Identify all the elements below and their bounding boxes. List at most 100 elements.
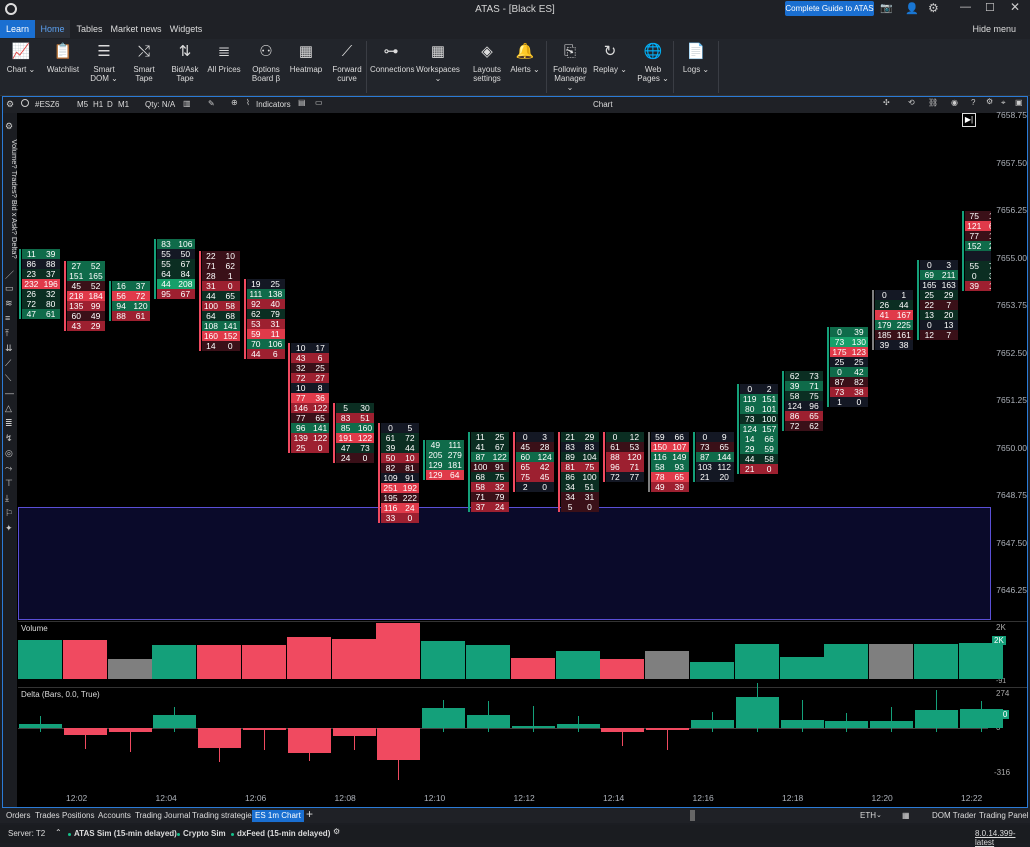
expand-icon[interactable]: ⌃ (55, 828, 62, 837)
calendar-icon[interactable]: ▦ (902, 810, 910, 822)
indicators-button[interactable]: Indicators (256, 100, 291, 109)
dom-trader-button[interactable]: DOM Trader (932, 810, 976, 822)
chain-icon[interactable]: ⛓ (928, 98, 938, 107)
draw-tool-icon[interactable]: ⊤ (5, 478, 13, 489)
logs-button[interactable]: 📄 Logs ⌄ (678, 39, 714, 96)
tab-orders[interactable]: Orders (6, 810, 30, 822)
hide-menu-button[interactable]: Hide menu (966, 20, 1016, 38)
draw-tool-icon[interactable]: ⤓ (5, 493, 9, 504)
bid-ask-tape-button[interactable]: ⇅ Bid/Ask Tape (166, 39, 204, 96)
footprint-plot[interactable]: ▶| 11 39 86 88 23 37 232 196 26 32 72 80 47 61… (18, 113, 991, 621)
timeframe-d[interactable]: D (107, 100, 113, 109)
help-icon[interactable]: ? (971, 98, 975, 107)
draw-tool-icon[interactable]: ≡ (5, 313, 10, 323)
time-axis[interactable]: 12:02 12:04 12:06 12:08 12:10 12:12 12:14 12:16… (18, 789, 1027, 807)
window-icon[interactable]: ▣ (1015, 98, 1023, 107)
maximize-icon[interactable]: ☐ (985, 1, 995, 14)
volume-panel[interactable]: Volume 2K 2K -91 (18, 621, 1027, 687)
connection-crypto-sim[interactable]: Crypto Sim (183, 829, 226, 838)
options-board-button[interactable]: ⚇ Options Board β (246, 39, 286, 96)
status-settings-icon[interactable]: ⚙ (333, 827, 340, 836)
draw-tool-icon[interactable]: ≣ (5, 418, 13, 429)
alerts-button[interactable]: 🔔 Alerts ⌄ (508, 39, 542, 96)
workspaces-button[interactable]: ▦ Workspaces ⌄ (412, 39, 464, 96)
timeframe-m1[interactable]: M1 (118, 100, 129, 109)
tab-trading-journal[interactable]: Trading Journal (135, 810, 190, 822)
tab-learn[interactable]: Learn (0, 20, 35, 38)
smart-tape-button[interactable]: ⤭ Smart Tape (126, 39, 162, 96)
layouts-settings-button[interactable]: ◈ Layouts settings (468, 39, 506, 96)
connection-atas-sim[interactable]: ATAS Sim (15-min delayed) (74, 829, 177, 838)
following-manager-button[interactable]: ⎘ Following Manager ⌄ (550, 39, 590, 96)
crosshair-icon[interactable]: ✣ (883, 98, 890, 107)
heatmap-button[interactable]: ▦ Heatmap (288, 39, 324, 96)
version-label[interactable]: 8.0.14.399-latest (975, 829, 1030, 847)
chart-settings-icon[interactable]: ⚙ (6, 99, 14, 110)
session-select[interactable]: ETH (860, 810, 876, 822)
indicators-icon[interactable]: ⌇ (246, 98, 250, 107)
connection-dxfeed[interactable]: dxFeed (15-min delayed) (237, 829, 330, 838)
draw-tool-icon[interactable]: ⚐ (5, 508, 13, 519)
forward-curve-button[interactable]: ⟋ Forward curve (328, 39, 366, 96)
settings-gear-icon[interactable]: ⚙ (986, 97, 993, 106)
tab-trading-strategies[interactable]: Trading strategies (192, 810, 256, 822)
draw-tool-icon[interactable]: ✦ (5, 523, 13, 534)
tab-tables[interactable]: Tables (72, 20, 107, 38)
ask-value: 30 (360, 403, 370, 413)
tab-trades[interactable]: Trades (35, 810, 60, 822)
tab-accounts[interactable]: Accounts (98, 810, 131, 822)
connections-button[interactable]: ⊶ Connections (370, 39, 414, 96)
watchlist-button[interactable]: 📋 Watchlist (44, 39, 82, 96)
delta-panel[interactable]: Delta (Bars, 0.0, True) 274 100 0 -316 (18, 683, 1027, 789)
close-icon[interactable]: ✕ (1010, 0, 1020, 14)
draw-tool-icon[interactable]: ↯ (5, 433, 13, 444)
chart-button[interactable]: 📈 Chart ⌄ (4, 39, 38, 96)
camera-icon[interactable]: 📷 (880, 3, 892, 14)
user-icon[interactable]: 👤 (905, 2, 919, 15)
minimize-icon[interactable]: — (960, 1, 971, 13)
server-label[interactable]: Server: T2 (8, 829, 45, 838)
timeframe-h1[interactable]: H1 (93, 100, 103, 109)
symbol-label[interactable]: #ESZ6 (35, 100, 59, 109)
draw-tool-icon[interactable]: ⤒ (5, 328, 9, 339)
draw-tool-icon[interactable]: ⟍ (5, 373, 11, 384)
draw-tool-icon[interactable]: ⤳ (5, 463, 12, 474)
trading-panel-button[interactable]: Trading Panel (979, 810, 1029, 822)
layout-icon[interactable]: ▭ (315, 98, 323, 107)
tab-es-chart[interactable]: ES 1m Chart (252, 810, 304, 822)
draw-tool-icon[interactable]: ▭ (5, 283, 14, 294)
tab-widgets[interactable]: Widgets (166, 20, 206, 38)
all-prices-button[interactable]: ≣ All Prices (206, 39, 242, 96)
replay-button[interactable]: ↻ Replay ⌄ (592, 39, 628, 96)
tab-positions[interactable]: Positions (62, 810, 94, 822)
screenshot-icon[interactable]: ◉ (951, 98, 958, 107)
scroll-handle[interactable] (690, 810, 695, 821)
chevron-down-icon[interactable]: ⌄ (876, 810, 882, 822)
go-to-end-button[interactable]: ▶| (962, 113, 976, 127)
smart-dom-button[interactable]: ☰ Smart DOM ⌄ (84, 39, 124, 96)
price-axis[interactable]: 7658.75 7657.50 7656.25 7655.00 7653.75 7652.… (991, 110, 1027, 621)
draw-tool-icon[interactable]: — (5, 388, 14, 398)
draw-tool-icon[interactable]: ⚙ (5, 121, 13, 132)
draw-tool-icon[interactable]: ⇊ (5, 343, 13, 354)
template-icon[interactable]: ▤ (298, 98, 306, 107)
draw-tool-icon[interactable]: ✎ (208, 99, 215, 108)
draw-tool-icon[interactable]: △ (5, 403, 12, 414)
qty-label[interactable]: Qty: N/A (145, 100, 175, 109)
settings-icon[interactable]: ⚙ (928, 1, 939, 15)
tab-home[interactable]: Home (35, 20, 70, 38)
add-tab-icon[interactable]: + (306, 808, 313, 820)
web-pages-button[interactable]: 🌐 Web Pages ⌄ (636, 39, 670, 96)
sync-icon[interactable]: ⟲ (908, 98, 915, 107)
link-icon[interactable] (21, 99, 29, 107)
zoom-icon[interactable]: ⊕ (231, 98, 238, 107)
timeframe-m5[interactable]: M5 (77, 100, 88, 109)
draw-tool-icon[interactable]: ◎ (5, 448, 13, 459)
draw-tool-icon[interactable]: ≋ (5, 298, 13, 309)
pin-icon[interactable]: ⌖ (1001, 98, 1006, 108)
draw-tool-icon[interactable]: ／ (5, 268, 14, 281)
guide-button[interactable]: Complete Guide to ATAS (785, 1, 874, 16)
chart-type-icon[interactable]: ▥ (183, 99, 191, 108)
tab-market-news[interactable]: Market news (110, 20, 162, 38)
draw-tool-icon[interactable]: ⟋ (5, 358, 11, 369)
